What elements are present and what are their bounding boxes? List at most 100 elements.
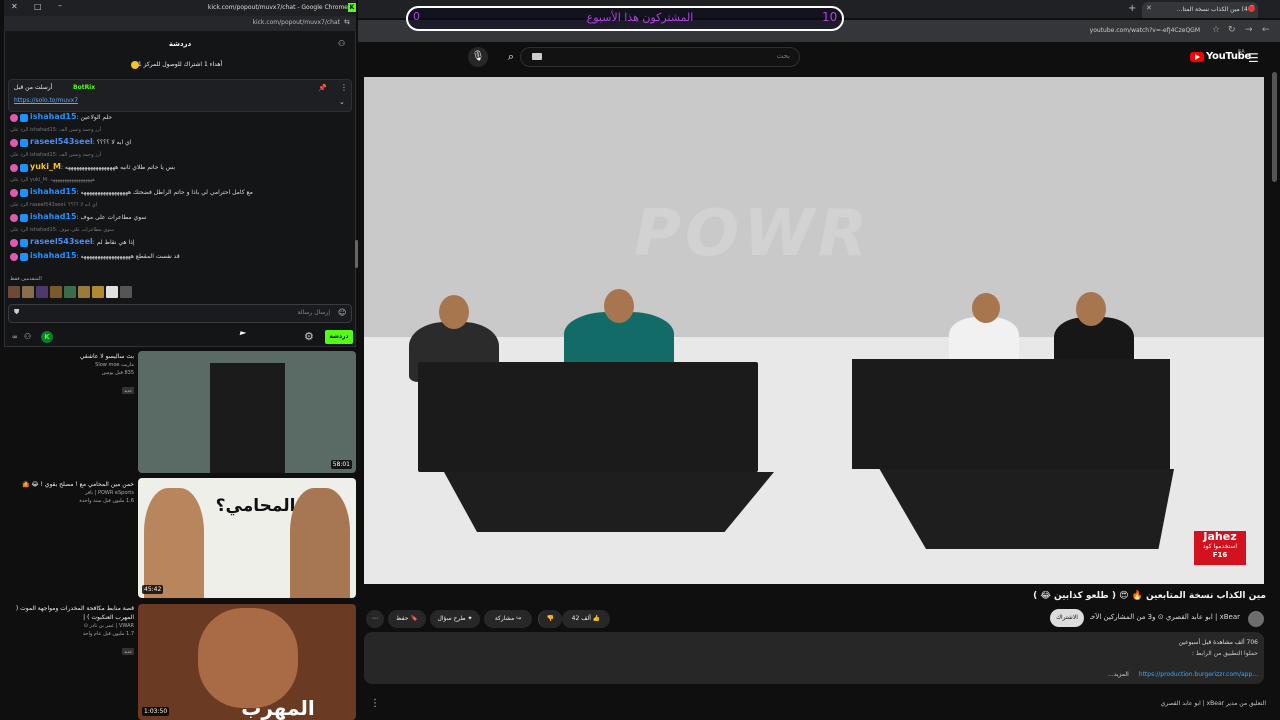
emote-icon[interactable] [64,286,76,298]
chat-messages: ishahad15: حلم الولاعين الرد على ishahad1… [10,112,348,272]
kick-mode-icon[interactable]: K [41,331,53,343]
chat-reply-context: الرد على ishahad15: سوي مطاعرات على موف [10,226,348,233]
gear-icon[interactable]: ⚙ [304,330,314,343]
recommendation-info-3[interactable]: قصة منابط مكافحة المخدرات ومواجهة الموت … [4,604,134,657]
new-badge: جديد [122,648,134,655]
chat-username[interactable]: ishahad15 [30,187,77,196]
recommendation-thumbnail-1[interactable]: 58:01 [138,351,356,473]
more-actions-icon[interactable]: ⋯ [366,610,384,628]
video-title: مين الكذاب نسخة المتابعين 🔥 😍 ( طلعو كذا… [1033,591,1266,601]
powr-wall-logo: POWR [634,197,872,271]
emote-icon[interactable] [120,286,132,298]
chat-users-icon[interactable]: ⚇ [338,39,345,48]
emote-icon[interactable] [8,286,20,298]
chat-username[interactable]: yuki_M [30,162,61,171]
address-url[interactable]: youtube.com/watch?v=-efJ4CzeQGM [1020,27,1200,34]
kick-url[interactable]: kick.com/popout/muvx7/chat [200,19,340,26]
emote-icon[interactable] [22,286,34,298]
save-button[interactable]: حفظ 🔖 [388,610,426,628]
emote-icon[interactable] [50,286,62,298]
emote-icon[interactable] [36,286,48,298]
table-right [852,359,1170,469]
chat-username[interactable]: ishahad15 [30,212,77,221]
infinity-icon[interactable]: ∞ [12,333,18,341]
new-tab-icon[interactable]: + [1128,3,1136,14]
jahez-sponsor-badge: Jahez استخدموا كود F16 [1194,531,1246,565]
chat-username[interactable]: ishahad15 [30,251,77,260]
description-more[interactable]: ...المزيد [1108,671,1129,678]
menu-icon[interactable]: ☰ [1248,51,1259,65]
emote-icon[interactable] [106,286,118,298]
chat-message: yuki_M: بس يا حاتم طلاي ثانيه هههههههههه… [10,162,348,172]
channel-avatar[interactable] [1248,611,1264,627]
pinned-more-icon[interactable]: ⋮ [340,83,348,92]
chat-username[interactable]: raseel543seel [30,237,93,246]
recommendation-thumbnail-2[interactable]: خمن المحامي؟ 45:42 [138,478,356,598]
minimize-icon[interactable]: – [1250,1,1255,11]
video-duration: 45:42 [142,585,164,594]
subscriber-badge-icon [10,138,18,147]
ask-button[interactable]: طرح سؤال ✦ [430,610,480,628]
bookmark-icon[interactable]: ☆ [1212,25,1220,35]
recommendation-thumbnail-3[interactable]: المهرب العنكبوت 1:03:50 [138,604,356,720]
recommendation-title: خمن مين المحامي مع ! مصلح بقوي ! 😂 🤷 [22,481,134,488]
recommendation-info-1[interactable]: بث ساليسو لا عاشقي ماريت Slow moe 835 قب… [4,352,134,396]
search-input[interactable] [520,47,800,67]
thumbs-up-icon: 👍 [592,615,601,622]
share-icon: ↪ [516,615,522,622]
send-chat-button[interactable]: دردشة [325,330,353,344]
pinned-by-label: أرسلت من قبل [14,84,53,91]
recommendation-views: 835 قبل يومين [101,370,134,376]
chat-text: سوي مطاعرات على موف [80,214,147,221]
close-window-icon[interactable]: ✕ [11,2,18,11]
emote-icon[interactable] [92,286,104,298]
pinned-link[interactable]: https://solo.to/muvx7 [14,97,78,104]
like-button[interactable]: 42 ألف 👍 [562,610,610,628]
forward-icon[interactable]: → [1245,25,1253,35]
share-button[interactable]: مشاركة ↪ [484,610,532,628]
verified-badge-icon [20,188,28,197]
chat-username[interactable]: ishahad15 [30,112,77,121]
emote-icon[interactable] [78,286,90,298]
chat-username[interactable]: raseel543seel [30,137,93,146]
chat-text: قد نفست المقطع ههههههههههههههههههه [80,253,180,260]
reload-icon[interactable]: ↻ [1228,25,1236,35]
chevron-down-icon[interactable]: ⌄ [339,98,345,106]
dislike-button[interactable]: 👎 [538,610,562,628]
chat-message: ishahad15: سوي مطاعرات على موف [10,212,348,222]
chat-scrollbar[interactable] [355,240,358,268]
microphone-icon[interactable]: 🎙 [468,47,488,67]
jahez-use: استخدموا كود [1202,543,1238,550]
reply-text: الرد على ishahad15: أرز وحمد وتسن الف [10,127,102,133]
minimize-window-icon[interactable]: – [58,1,62,10]
video-player[interactable]: POWR Jahez استخدموا كود F16 [364,77,1264,584]
emoji-icon[interactable]: ☺ [338,308,346,317]
pin-icon[interactable]: 📌 [318,84,327,92]
verified-badge-icon [20,238,28,247]
site-settings-icon[interactable]: ⇆ [344,18,350,26]
pinned-message[interactable] [8,79,352,112]
channel-name[interactable]: xBear | ابو عابد القصري ⊙ و3 من المشاركي… [1090,613,1240,621]
keyboard-icon[interactable] [532,53,542,60]
new-badge: جديد [122,387,134,394]
table-left-cloth [444,472,774,532]
video-duration: 58:01 [330,460,352,469]
back-icon[interactable]: ← [1262,25,1270,35]
phone-screen-preview [210,363,285,473]
subscribe-button[interactable]: الاشتراك [1050,609,1084,627]
close-tab-icon[interactable]: ✕ [1146,4,1152,12]
recommendation-title: قصة منابط مكافحة المخدرات ومواجهة الموت … [15,605,134,621]
search-icon[interactable]: ⌕ [500,47,522,67]
maximize-icon[interactable]: □ [34,2,42,11]
page-scrollbar[interactable] [1272,72,1277,182]
users-icon[interactable]: ⚇ [24,332,31,341]
pinned-bot-name[interactable]: BotRix [73,84,95,91]
overlay-title: المشتركون هذا الأسبوع [586,11,694,24]
thumbnail-person-right [290,488,350,598]
chat-text: إذا هي نقاط لم [96,239,135,246]
youtube-tab[interactable]: (40) مين الكذاب نسخة المتا... [1142,2,1258,18]
comment-more-icon[interactable]: ⋮ [370,698,380,709]
recommendation-info-2[interactable]: خمن مين المحامي مع ! مصلح بقوي ! 😂 🤷 POW… [4,480,134,505]
shield-icon[interactable]: ⛊ [14,308,19,317]
description-views: 706 ألف مشاهدة قبل أسبوعين [1178,639,1258,646]
